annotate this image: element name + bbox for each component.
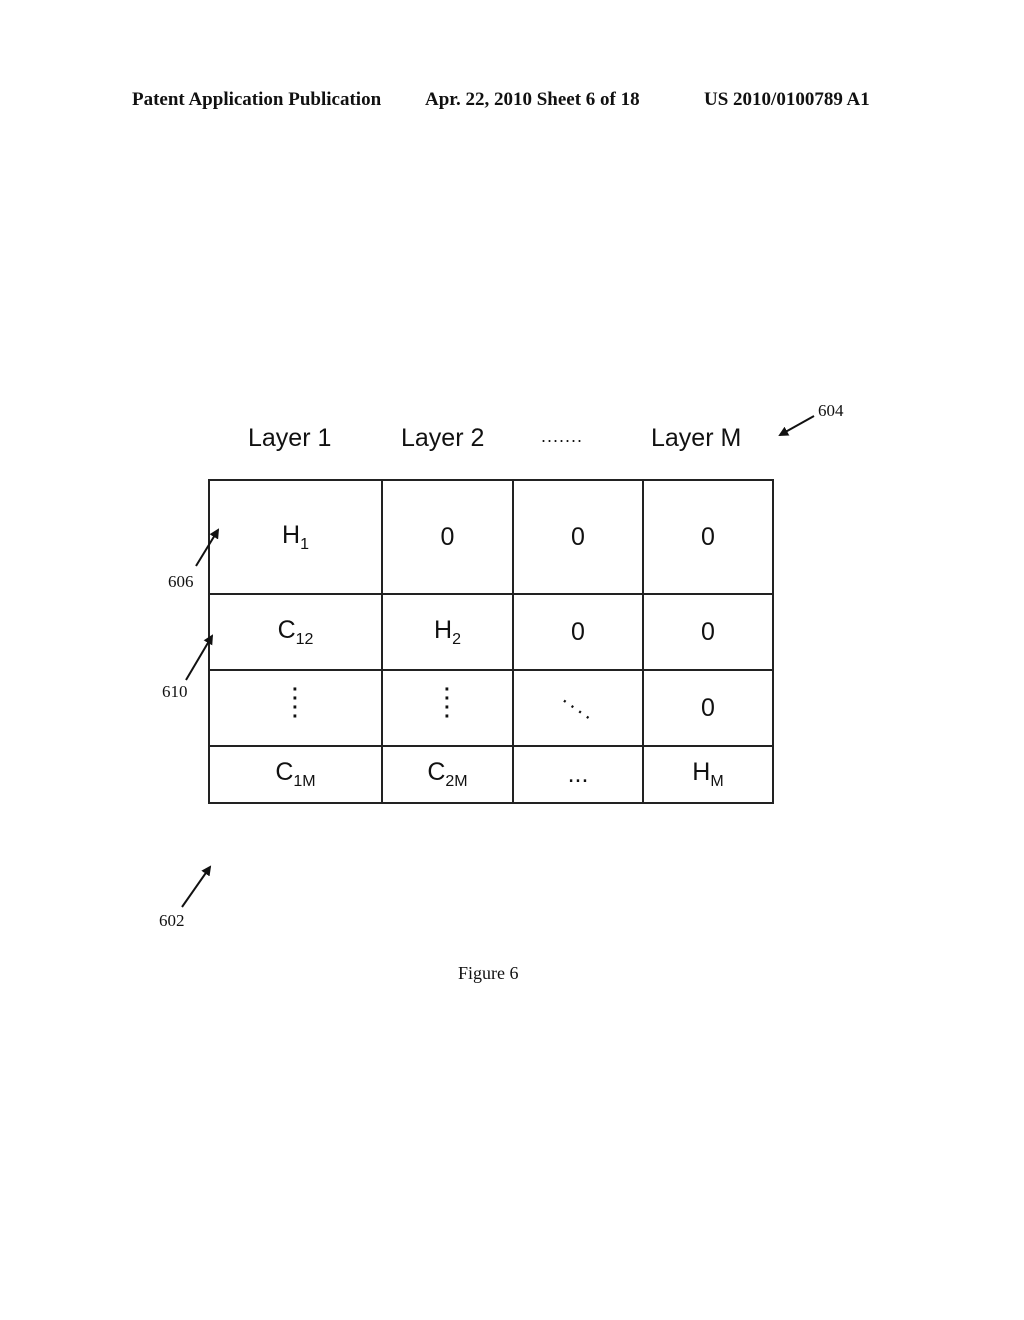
figure-caption: Figure 6	[458, 963, 519, 983]
arrow-602	[181, 865, 212, 908]
reference-arrows	[181, 415, 815, 908]
arrow-604	[778, 415, 815, 436]
arrow-606	[195, 528, 220, 567]
arrow-610	[185, 634, 214, 681]
